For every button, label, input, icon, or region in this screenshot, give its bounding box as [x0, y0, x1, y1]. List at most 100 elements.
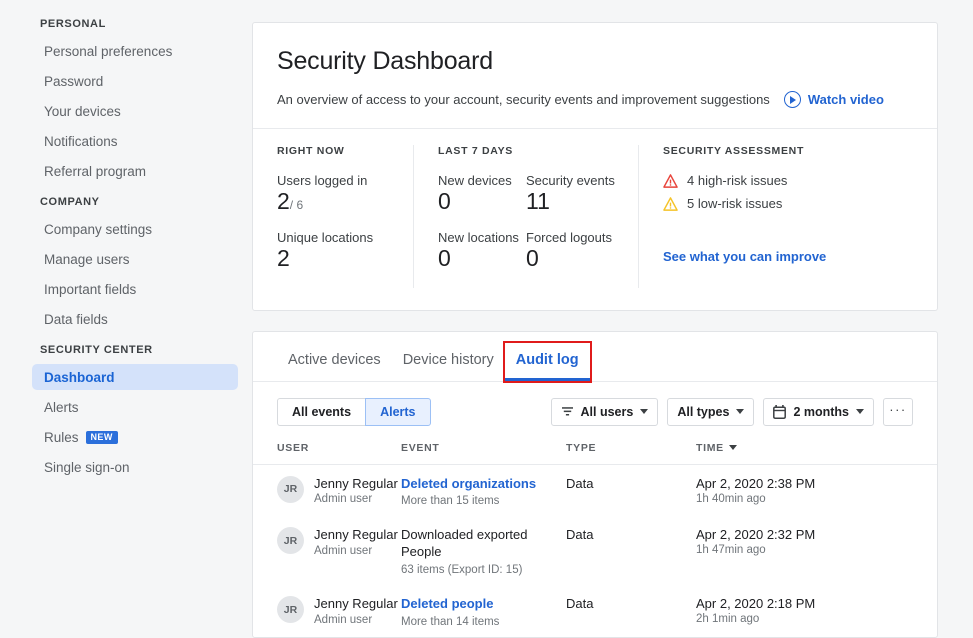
segment-all-events[interactable]: All events — [277, 397, 367, 426]
stat-row-1: New devices 0 Security events 11 — [438, 173, 615, 230]
sidebar-item-label: Data fields — [44, 311, 108, 327]
stat-value: 0 — [438, 245, 451, 272]
sidebar-group-title: PERSONAL — [40, 18, 106, 30]
user-cell: JR Jenny Regular Admin user — [277, 596, 401, 626]
toolbar-filters: All users All types 2 months ··· — [550, 397, 913, 426]
tab-device-history[interactable]: Device history — [392, 352, 505, 381]
cell-time: Apr 2, 2020 2:18 PM 2h 1min ago — [696, 585, 937, 637]
user-cell: JR Jenny Regular Admin user — [277, 527, 401, 557]
risk-label: 4 high-risk issues — [687, 173, 788, 188]
main-content: Security Dashboard An overview of access… — [250, 0, 973, 638]
sidebar-item-manage-users[interactable]: Manage users — [32, 246, 238, 272]
more-options-button[interactable]: ··· — [883, 397, 913, 426]
sidebar-item-personal-preferences[interactable]: Personal preferences — [32, 38, 238, 64]
sidebar-item-alerts[interactable]: Alerts — [32, 394, 238, 420]
stat-number: 2 — [277, 188, 290, 214]
sidebar-item-dashboard[interactable]: Dashboard — [32, 364, 238, 390]
play-circle-icon — [783, 91, 801, 108]
cell-user: JR Jenny Regular Admin user — [253, 516, 401, 585]
event-name: Downloaded exported People — [401, 527, 528, 560]
sidebar-group: SECURITY CENTER Dashboard Alerts Rules NEW Si… — [0, 344, 250, 480]
event-scope-toggle: All events Alerts — [277, 397, 431, 426]
see-what-you-can-improve-link[interactable]: See what you can improve — [663, 249, 826, 264]
event-timestamp: Apr 2, 2020 2:32 PM — [696, 527, 816, 543]
chevron-down-icon — [736, 409, 745, 415]
sidebar-item-label: Company settings — [44, 221, 153, 237]
risk-high: 4 high-risk issues — [663, 173, 913, 188]
risk-label: 5 low-risk issues — [687, 196, 783, 211]
sidebar-item-your-devices[interactable]: Your devices — [32, 98, 238, 124]
sidebar-item-company-settings[interactable]: Company settings — [32, 216, 238, 242]
user-name: Jenny Regular — [314, 527, 398, 543]
table-row[interactable]: JR Jenny Regular Admin user Downloaded expo… — [253, 516, 937, 585]
sidebar-item-label: Rules — [44, 429, 79, 445]
sidebar-item-password[interactable]: Password — [32, 68, 238, 94]
column-header-user[interactable]: USER — [253, 439, 401, 465]
user-text: Jenny Regular Admin user — [314, 527, 398, 556]
stat-group-heading: LAST 7 DAYS — [438, 145, 513, 157]
event-detail: More than 15 items — [401, 495, 500, 508]
stat-value: 2 — [277, 245, 290, 272]
sidebar-item-label: Dashboard — [44, 369, 115, 385]
table-row[interactable]: JR Jenny Regular Admin user Deleted organiz… — [253, 464, 937, 516]
sidebar-group: PERSONAL Personal preferences Password Your… — [0, 18, 250, 184]
stat-label: New locations — [438, 230, 519, 246]
sidebar-item-important-fields[interactable]: Important fields — [32, 276, 238, 302]
user-text: Jenny Regular Admin user — [314, 596, 398, 625]
avatar: JR — [277, 527, 304, 555]
audit-log-card: Active devices Device history Audit log Al… — [252, 330, 938, 638]
tab-audit-log[interactable]: Audit log — [502, 340, 592, 383]
event-relative-time: 1h 40min ago — [696, 492, 766, 505]
stat-label: Security events — [526, 173, 615, 188]
subtitle-row: An overview of access to your account, s… — [277, 91, 913, 108]
user-cell: JR Jenny Regular Admin user — [277, 475, 401, 505]
sidebar-item-single-sign-on[interactable]: Single sign-on — [32, 454, 238, 480]
sidebar-item-label: Referral program — [44, 163, 147, 179]
chevron-down-icon — [640, 409, 649, 415]
stat-row-2: New locations 0 Forced logouts 0 — [438, 230, 614, 287]
column-header-time[interactable]: TIME — [696, 439, 937, 465]
stat-label: New devices — [438, 173, 512, 188]
sidebar-item-label: Single sign-on — [44, 459, 130, 475]
avatar: JR — [277, 596, 304, 624]
column-header-type[interactable]: TYPE — [566, 439, 696, 465]
stat-unique-locations: Unique locations 2 — [277, 230, 389, 271]
cell-event: Deleted people More than 14 items — [401, 585, 566, 637]
tab-active-devices[interactable]: Active devices — [277, 352, 392, 381]
warning-triangle-icon — [663, 173, 678, 188]
stat-label: Users logged in — [277, 173, 368, 188]
table-body: JR Jenny Regular Admin user Deleted organiz… — [253, 464, 937, 637]
cell-type: Data — [566, 527, 594, 543]
event-name[interactable]: Deleted people — [401, 596, 566, 613]
watch-video-link[interactable]: Watch video — [783, 91, 884, 108]
cell-type: Data — [566, 475, 594, 491]
table-header-row: USER EVENT TYPE TIME — [253, 439, 937, 465]
sidebar-item-rules[interactable]: Rules NEW — [32, 424, 238, 450]
stat-value: 2/ 6 — [277, 188, 389, 214]
stat-group-heading: SECURITY ASSESSMENT — [663, 145, 805, 157]
risk-low: 5 low-risk issues — [663, 196, 913, 211]
stat-denominator: / 6 — [289, 198, 304, 212]
cell-time: Apr 2, 2020 2:32 PM 1h 47min ago — [696, 516, 937, 585]
filter-date-range[interactable]: 2 months — [763, 397, 874, 426]
segment-alerts[interactable]: Alerts — [365, 397, 431, 426]
cell-event: Downloaded exported People 63 items (Expo… — [401, 516, 566, 585]
event-name[interactable]: Deleted organizations — [401, 476, 566, 493]
stat-label: Forced logouts — [526, 230, 612, 246]
avatar: JR — [277, 475, 304, 503]
sidebar-item-label: Password — [44, 73, 104, 89]
filter-all-types[interactable]: All types — [667, 397, 755, 426]
filter-all-users[interactable]: All users — [550, 397, 659, 426]
table-row[interactable]: JR Jenny Regular Admin user Deleted people M… — [253, 585, 937, 637]
column-header-event[interactable]: EVENT — [401, 439, 566, 465]
warning-triangle-icon — [663, 196, 678, 211]
stat-label: Unique locations — [277, 230, 374, 246]
sidebar-item-referral-program[interactable]: Referral program — [32, 158, 238, 184]
sidebar-group-title: SECURITY CENTER — [40, 344, 153, 356]
cell-time: Apr 2, 2020 2:38 PM 1h 40min ago — [696, 464, 937, 516]
stat-forced-logouts: Forced logouts 0 — [526, 230, 614, 287]
sidebar-item-data-fields[interactable]: Data fields — [32, 306, 238, 332]
sidebar-item-label: Personal preferences — [44, 43, 173, 59]
sidebar-item-label: Important fields — [44, 281, 137, 297]
sidebar-item-notifications[interactable]: Notifications — [32, 128, 238, 154]
